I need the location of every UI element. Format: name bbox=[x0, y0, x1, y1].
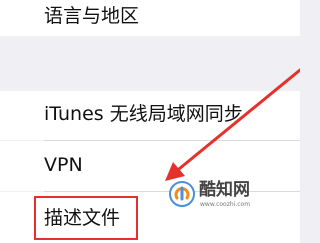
watermark-url: www.coozhi.com bbox=[200, 201, 251, 208]
settings-screen: 语言与地区 iTunes 无线局域网同步 VPN 描述文件 酷知网 www.co… bbox=[0, 0, 300, 243]
settings-row-itunes-wifi-sync[interactable]: iTunes 无线局域网同步 bbox=[0, 91, 300, 140]
watermark: 酷知网 www.coozhi.com bbox=[168, 176, 264, 216]
group-separator bbox=[0, 36, 300, 91]
highlight-box bbox=[34, 196, 138, 240]
settings-row-language-region[interactable]: 语言与地区 bbox=[0, 0, 300, 36]
watermark-logo-icon bbox=[169, 181, 195, 207]
settings-row-label: iTunes 无线局域网同步 bbox=[44, 103, 243, 125]
settings-row-label: VPN bbox=[44, 154, 83, 176]
watermark-title: 酷知网 bbox=[199, 180, 250, 200]
settings-row-label: 语言与地区 bbox=[44, 5, 140, 27]
